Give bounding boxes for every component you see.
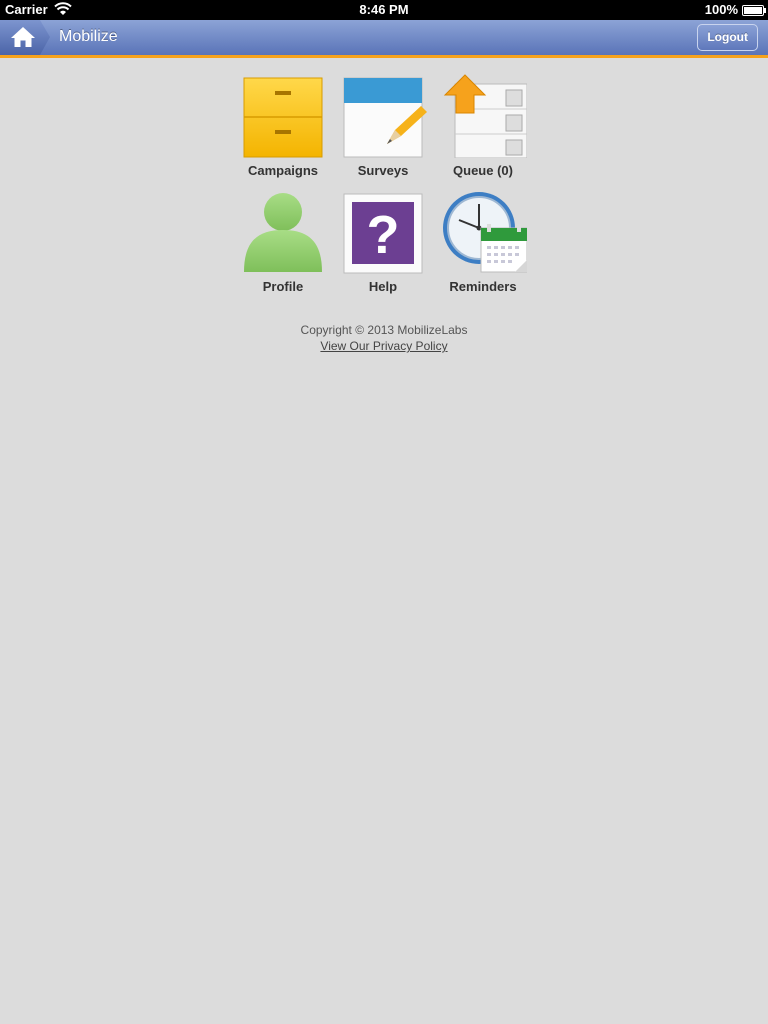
- campaigns-tile[interactable]: Campaigns: [233, 74, 333, 184]
- survey-pencil-icon: [343, 77, 427, 158]
- reminders-tile[interactable]: Reminders: [433, 190, 533, 300]
- tile-label: Reminders: [449, 279, 517, 294]
- upload-queue-icon: [443, 74, 527, 158]
- copyright-text: Copyright © 2013 MobilizeLabs: [300, 323, 468, 337]
- surveys-tile[interactable]: Surveys: [333, 74, 433, 184]
- profile-tile[interactable]: Profile: [233, 190, 333, 300]
- help-tile[interactable]: ? Help: [333, 190, 433, 300]
- privacy-policy-link[interactable]: View Our Privacy Policy: [320, 339, 447, 353]
- question-mark-icon: ?: [343, 193, 423, 274]
- tile-label: Queue (0): [453, 163, 513, 178]
- queue-tile[interactable]: Queue (0): [433, 74, 533, 184]
- user-silhouette-icon: [244, 193, 322, 272]
- nav-header: Mobilize Logout: [0, 20, 768, 58]
- clock: 8:46 PM: [359, 2, 409, 17]
- logout-button[interactable]: Logout: [697, 24, 758, 51]
- file-cabinet-icon: [243, 77, 323, 158]
- home-button[interactable]: [0, 20, 50, 55]
- clock-calendar-icon: [443, 192, 527, 273]
- page-title: Mobilize: [59, 28, 118, 45]
- battery-icon: [742, 5, 766, 16]
- home-icon: [11, 27, 35, 47]
- footer: Copyright © 2013 MobilizeLabs View Our P…: [0, 323, 768, 353]
- tile-label: Help: [368, 279, 398, 294]
- svg-text:?: ?: [367, 205, 400, 265]
- status-bar: Carrier 8:46 PM 100%: [0, 0, 768, 20]
- tile-label: Profile: [262, 279, 304, 294]
- tile-label: Campaigns: [247, 163, 319, 178]
- tile-label: Surveys: [357, 163, 409, 178]
- battery-percent: 100%: [704, 2, 738, 17]
